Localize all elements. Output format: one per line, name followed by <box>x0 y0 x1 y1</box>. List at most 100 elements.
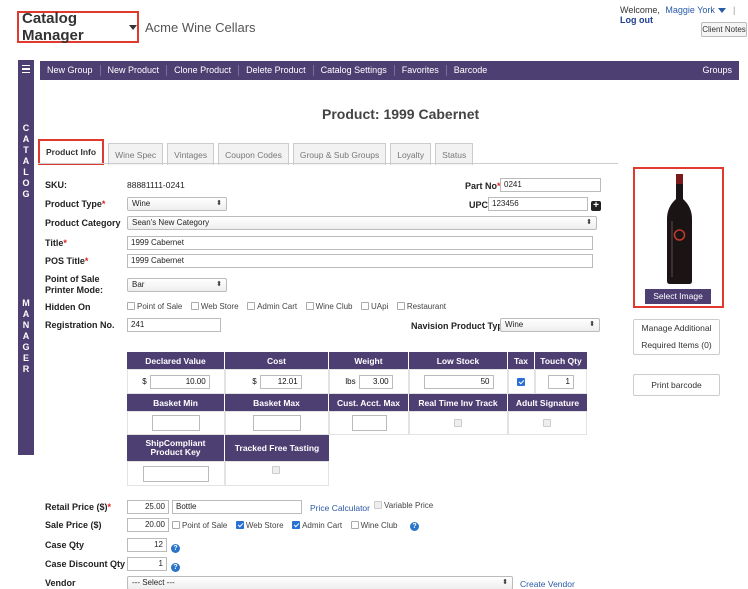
tab-vintages[interactable]: Vintages <box>167 143 215 165</box>
real-time-inv-track-checkbox[interactable] <box>453 419 462 427</box>
sidebar-letter: R <box>22 364 30 374</box>
create-vendor-link[interactable]: Create Vendor <box>520 579 575 589</box>
sale-admin-cart-checkbox[interactable]: Admin Cart <box>292 521 342 530</box>
divider: | <box>732 5 736 15</box>
case-discount-qty-input[interactable]: 1 <box>127 557 167 571</box>
upc-input[interactable]: 123456 <box>488 197 588 211</box>
price-calculator-link[interactable]: Price Calculator <box>310 503 370 513</box>
print-barcode-button[interactable]: Print barcode <box>633 374 720 396</box>
hidden-on-web-store[interactable]: Web Store <box>190 302 239 311</box>
title-input[interactable]: 1999 Cabernet <box>127 236 593 250</box>
sidebar-letter: T <box>23 145 29 155</box>
grid-header-basket-min: Basket Min <box>127 394 225 411</box>
vendor-label: Vendor <box>45 578 76 588</box>
pos-title-input[interactable]: 1999 Cabernet <box>127 254 593 268</box>
adult-signature-checkbox[interactable] <box>542 419 551 427</box>
grid-header-touch-qty: Touch Qty <box>535 352 587 369</box>
chevron-down-icon <box>718 8 727 13</box>
pos-title-label: POS Title* <box>45 256 89 266</box>
basket-min-input[interactable] <box>152 415 200 431</box>
add-upc-icon[interactable]: + <box>591 201 601 211</box>
sidebar-letter: A <box>22 156 30 166</box>
hidden-on-admin-cart[interactable]: Admin Cart <box>247 302 297 311</box>
client-notes-button[interactable]: Client Notes <box>701 22 747 37</box>
delete-product-button[interactable]: Delete Product <box>239 65 314 76</box>
sidebar-letter: L <box>23 167 29 177</box>
app-name: Catalog Manager <box>22 10 84 44</box>
case-discount-qty-label: Case Discount Qty <box>45 559 126 569</box>
registration-input[interactable]: 241 <box>127 318 221 332</box>
basket-min-cell <box>127 411 225 435</box>
tab-status[interactable]: Status <box>435 143 474 165</box>
cust-acct-max-input[interactable] <box>351 415 387 431</box>
groups-button[interactable]: Groups <box>695 65 739 76</box>
sidebar-letter: C <box>22 123 30 133</box>
sidebar-letter: O <box>22 178 30 188</box>
variable-price-option[interactable]: Variable Price <box>374 501 433 510</box>
tab-coupon-codes[interactable]: Coupon Codes <box>218 143 289 165</box>
cost-cell: $ 12.01 <box>225 369 329 394</box>
grid-header-tracked-free-tasting: Tracked Free Tasting <box>225 435 329 461</box>
info-icon[interactable]: ? <box>410 522 420 531</box>
sale-web-store-checkbox[interactable]: Web Store <box>235 521 284 530</box>
hidden-on-point-of-sale[interactable]: Point of Sale <box>127 302 182 311</box>
menu-icon[interactable] <box>18 62 34 76</box>
favorites-button[interactable]: Favorites <box>395 65 447 76</box>
sale-price-input[interactable]: 20.00 <box>127 518 169 532</box>
low-stock-input[interactable]: 50 <box>423 374 494 389</box>
info-icon[interactable]: ? <box>171 563 180 572</box>
vendor-select[interactable]: --- Select --- ⬍ <box>127 576 513 589</box>
manage-required-items-button[interactable]: Manage Additional Required Items (0) <box>633 319 720 355</box>
tab-product-info[interactable]: Product Info <box>38 139 105 165</box>
hidden-on-restaurant[interactable]: Restaurant <box>396 302 446 311</box>
declared-value-input[interactable]: 10.00 <box>149 374 210 389</box>
shipcompliant-key-cell <box>127 461 225 486</box>
part-no-input[interactable]: 0241 <box>500 178 601 192</box>
app-switcher[interactable]: Catalog Manager <box>17 10 139 44</box>
hidden-on-wine-club[interactable]: Wine Club <box>305 302 353 311</box>
sale-wine-club-checkbox[interactable]: Wine Club <box>350 521 398 530</box>
catalog-manager-sidebar[interactable]: CATALOG MANAGER <box>18 60 34 455</box>
sidebar-label-manager: MANAGER <box>18 298 34 375</box>
weight-input[interactable]: 3.00 <box>358 374 393 389</box>
sidebar-letter: A <box>22 331 30 341</box>
sale-price-options: Point of Sale Web Store Admin Cart Wine … <box>172 520 420 531</box>
new-product-button[interactable]: New Product <box>101 65 168 76</box>
pos-printer-mode-select[interactable]: Bar ⬍ <box>127 278 227 292</box>
basket-max-input[interactable] <box>253 415 301 431</box>
welcome-text: Welcome, <box>620 5 660 15</box>
retail-price-input[interactable]: 25.00 <box>127 500 169 514</box>
touch-qty-input[interactable]: 1 <box>548 374 574 389</box>
tracked-free-tasting-cell <box>225 461 329 486</box>
tab-group-sub-groups[interactable]: Group & Sub Groups <box>292 143 387 165</box>
grid-header-declared-value: Declared Value <box>127 352 225 369</box>
product-category-select[interactable]: Sean's New Category ⬍ <box>127 216 597 230</box>
barcode-button[interactable]: Barcode <box>447 65 495 76</box>
tax-checkbox[interactable] <box>516 377 525 386</box>
shipcompliant-key-input[interactable] <box>143 465 209 482</box>
sku-value: 88881111-0241 <box>127 180 185 190</box>
catalog-settings-button[interactable]: Catalog Settings <box>314 65 395 76</box>
product-type-select[interactable]: Wine ⬍ <box>127 197 227 211</box>
new-group-button[interactable]: New Group <box>40 65 101 76</box>
clone-product-button[interactable]: Clone Product <box>167 65 240 76</box>
case-qty-input[interactable]: 12 <box>127 538 167 552</box>
hidden-on-uapi[interactable]: UApi <box>361 302 388 311</box>
chevron-down-icon <box>129 24 137 30</box>
tracked-free-tasting-checkbox[interactable] <box>272 466 280 474</box>
grid-header-cost: Cost <box>225 352 329 369</box>
cost-input[interactable]: 12.01 <box>259 374 302 389</box>
sidebar-letter: G <box>22 342 30 352</box>
logout-link[interactable]: Log out <box>620 15 653 25</box>
select-image-button[interactable]: Select Image <box>645 289 711 304</box>
sale-point-of-sale-checkbox[interactable]: Point of Sale <box>172 521 227 530</box>
sidebar-letter: E <box>22 353 29 363</box>
retail-unit-input[interactable]: Bottle <box>172 500 302 514</box>
info-icon[interactable]: ? <box>171 544 180 553</box>
navision-product-type-select[interactable]: Wine ⬍ <box>500 318 600 332</box>
tab-loyalty[interactable]: Loyalty <box>390 143 432 165</box>
hidden-on-options: Point of Sale Web Store Admin Cart Wine … <box>127 301 452 311</box>
tab-wine-spec[interactable]: Wine Spec <box>108 143 164 165</box>
user-name-dropdown[interactable]: Maggie York <box>665 5 727 15</box>
cust-acct-max-cell <box>329 411 409 435</box>
